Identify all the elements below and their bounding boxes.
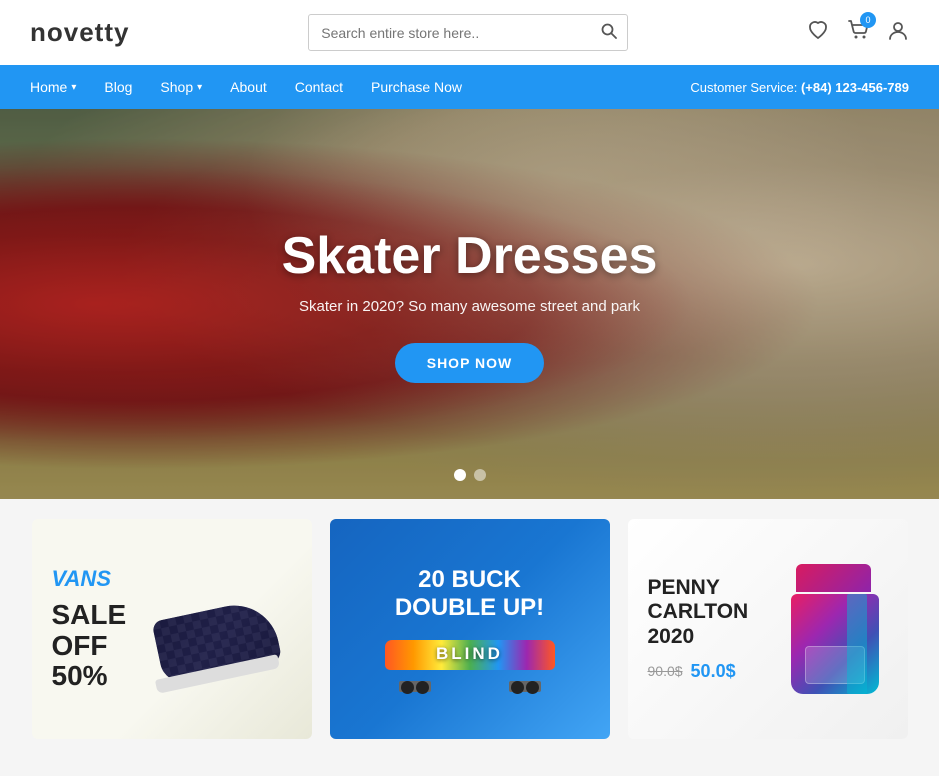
- hero-dot-1[interactable]: [454, 469, 466, 481]
- chevron-down-icon: ▾: [71, 82, 76, 93]
- search-input[interactable]: [309, 17, 591, 49]
- nav-item-about[interactable]: About: [230, 79, 267, 95]
- vans-text: VANS SALEOFF50%: [52, 566, 127, 692]
- chevron-down-icon-shop: ▾: [197, 82, 202, 93]
- cards-section: VANS SALEOFF50% 20 BUCKDOUBLE UP! BLIND: [0, 499, 939, 759]
- card-vans[interactable]: VANS SALEOFF50%: [32, 519, 312, 739]
- logo[interactable]: novetty: [30, 17, 129, 48]
- nav-item-shop[interactable]: Shop ▾: [160, 79, 202, 95]
- nav-item-contact[interactable]: Contact: [295, 79, 343, 95]
- penny-name: PENNYCARLTON2020: [648, 576, 749, 648]
- old-price: 90.0$: [648, 663, 683, 679]
- header: novetty 0: [0, 0, 939, 65]
- skate-text: 20 BUCKDOUBLE UP!: [330, 566, 610, 621]
- new-price: 50.0$: [691, 661, 736, 682]
- vans-logo: VANS: [52, 566, 127, 592]
- hero-dots: [454, 469, 486, 481]
- nav-item-home[interactable]: Home ▾: [30, 79, 76, 95]
- cart-badge: 0: [860, 12, 876, 28]
- card-penny[interactable]: PENNYCARLTON2020 90.0$ 50.0$: [628, 519, 908, 739]
- skate-inner: 20 BUCKDOUBLE UP! BLIND: [330, 566, 610, 691]
- hero-subtitle: Skater in 2020? So many awesome street a…: [282, 298, 658, 315]
- vans-sale-text: SALEOFF50%: [52, 600, 127, 692]
- search-icon: [601, 23, 617, 39]
- penny-price: 90.0$ 50.0$: [648, 661, 749, 682]
- shop-now-button[interactable]: SHOP NOW: [395, 343, 545, 383]
- cart-icon[interactable]: 0: [847, 19, 869, 47]
- backpack-graphic: [783, 564, 888, 694]
- user-icon[interactable]: [887, 19, 909, 47]
- hero-title: Skater Dresses: [282, 226, 658, 286]
- nav-item-purchase[interactable]: Purchase Now: [371, 79, 462, 95]
- nav-item-blog[interactable]: Blog: [104, 79, 132, 95]
- customer-service: Customer Service: (+84) 123-456-789: [690, 80, 909, 95]
- nav-left: Home ▾ Blog Shop ▾ About Contact Purchas…: [30, 79, 462, 95]
- header-icons: 0: [807, 19, 909, 47]
- vans-shoe: [152, 569, 292, 689]
- navbar: Home ▾ Blog Shop ▾ About Contact Purchas…: [0, 65, 939, 109]
- hero-slider: Skater Dresses Skater in 2020? So many a…: [0, 109, 939, 499]
- search-bar: [308, 14, 628, 51]
- hero-dot-2[interactable]: [474, 469, 486, 481]
- card-skate[interactable]: 20 BUCKDOUBLE UP! BLIND: [330, 519, 610, 739]
- search-button[interactable]: [591, 15, 627, 50]
- penny-text: PENNYCARLTON2020 90.0$ 50.0$: [648, 576, 749, 681]
- wishlist-icon[interactable]: [807, 19, 829, 47]
- skateboard: BLIND: [385, 640, 555, 692]
- hero-content: Skater Dresses Skater in 2020? So many a…: [282, 226, 658, 383]
